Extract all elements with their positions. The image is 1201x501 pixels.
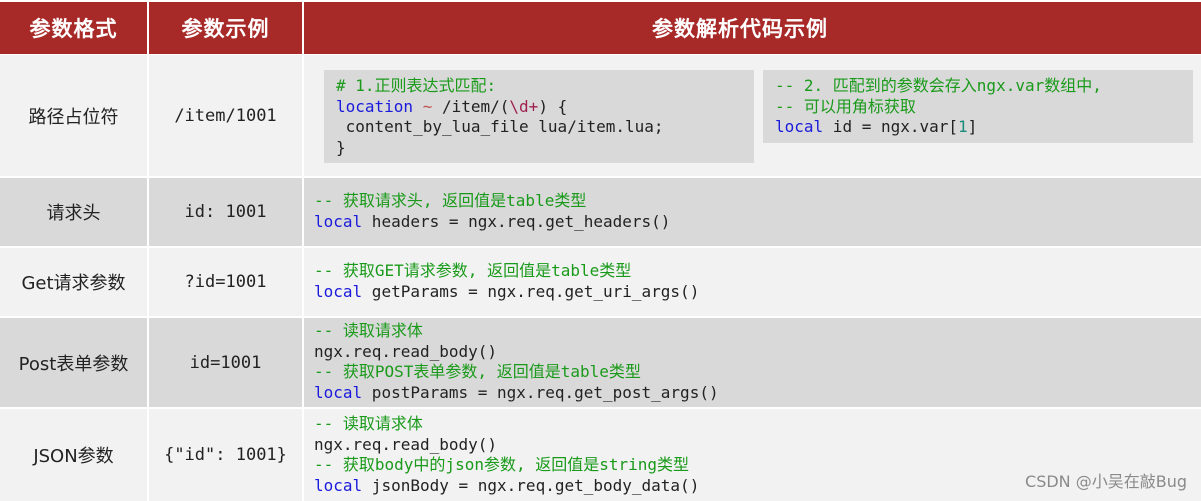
header-code-example: 参数解析代码示例 xyxy=(304,2,1201,54)
param-example: id=1001 xyxy=(149,318,302,407)
code-regex: \d+ xyxy=(509,96,539,116)
code-keyword: local xyxy=(775,117,824,136)
param-format: Get请求参数 xyxy=(0,248,147,316)
code-cell: -- 获取请求头, 返回值是table类型 local headers = ng… xyxy=(304,178,1201,246)
code-comment: -- 获取POST表单参数, 返回值是table类型 xyxy=(314,362,641,381)
watermark: CSDN @小吴在敲Bug xyxy=(1025,472,1187,491)
code-comment: -- 读取请求体 xyxy=(314,414,423,433)
code-text: getParams = ngx.req.get_uri_args() xyxy=(362,281,700,301)
table-row: 请求头 id: 1001 -- 获取请求头, 返回值是table类型 local… xyxy=(0,178,1201,246)
code-comment: -- 获取GET请求参数, 返回值是table类型 xyxy=(314,261,632,280)
param-format: Post表单参数 xyxy=(0,318,147,407)
code-line: } xyxy=(336,137,346,157)
param-example: ?id=1001 xyxy=(149,248,302,316)
code-comment: -- 获取body中的json参数, 返回值是string类型 xyxy=(314,455,690,474)
param-format: JSON参数 xyxy=(0,409,147,501)
code-keyword: local xyxy=(314,475,363,495)
code-number: 1 xyxy=(958,117,968,136)
param-example: {"id": 1001} xyxy=(149,409,302,501)
code-keyword: location xyxy=(336,96,414,116)
table-row: Get请求参数 ?id=1001 -- 获取GET请求参数, 返回值是table… xyxy=(0,248,1201,316)
code-comment: # 1.正则表达式匹配: xyxy=(336,76,497,95)
code-block-ngx-var: -- 2. 匹配到的参数会存入ngx.var数组中, -- 可以用角标获取 lo… xyxy=(763,70,1193,143)
code-text: postParams = ngx.req.get_post_args() xyxy=(362,382,719,402)
code-block: -- 获取GET请求参数, 返回值是table类型 local getParam… xyxy=(314,261,699,302)
code-keyword: local xyxy=(314,382,363,402)
table-row: 路径占位符 /item/1001 # 1.正则表达式匹配: location ~… xyxy=(0,55,1201,176)
code-text: /item/( xyxy=(441,96,510,116)
code-block: -- 读取请求体 ngx.req.read_body() -- 获取POST表单… xyxy=(314,321,719,403)
code-keyword: local xyxy=(314,281,363,301)
param-example: /item/1001 xyxy=(149,55,302,176)
code-line: ngx.req.read_body() xyxy=(314,341,498,361)
code-comment: -- 可以用角标获取 xyxy=(775,96,916,116)
table-row: JSON参数 {"id": 1001} -- 读取请求体 ngx.req.rea… xyxy=(0,409,1201,501)
table-row: Post表单参数 id=1001 -- 读取请求体 ngx.req.read_b… xyxy=(0,318,1201,407)
code-text: id = ngx.var[ xyxy=(823,117,959,136)
code-comment: -- 2. 匹配到的参数会存入ngx.var数组中, xyxy=(775,76,1102,95)
code-text: jsonBody = ngx.req.get_body_data() xyxy=(362,475,700,495)
param-format: 路径占位符 xyxy=(0,55,147,176)
code-cell: -- 获取GET请求参数, 返回值是table类型 local getParam… xyxy=(304,248,1201,316)
param-format: 请求头 xyxy=(0,178,147,246)
table-header: 参数格式 参数示例 参数解析代码示例 xyxy=(0,2,1201,54)
code-cell: # 1.正则表达式匹配: location ~ /item/(\d+) { co… xyxy=(304,55,1201,176)
code-line: ngx.req.read_body() xyxy=(314,434,498,454)
code-block: -- 获取请求头, 返回值是table类型 local headers = ng… xyxy=(314,191,670,232)
code-text: headers = ngx.req.get_headers() xyxy=(362,211,671,231)
code-operator: ~ xyxy=(413,96,442,116)
code-comment: -- 获取请求头, 返回值是table类型 xyxy=(314,191,587,210)
code-line: content_by_lua_file lua/item.lua; xyxy=(336,117,664,136)
header-param-example: 参数示例 xyxy=(149,2,302,54)
code-block: -- 读取请求体 ngx.req.read_body() -- 获取body中的… xyxy=(314,414,699,496)
code-text: ] xyxy=(967,117,978,136)
code-cell: -- 读取请求体 ngx.req.read_body() -- 获取POST表单… xyxy=(304,318,1201,407)
code-comment: -- 读取请求体 xyxy=(314,321,423,340)
param-parsing-table: 参数格式 参数示例 参数解析代码示例 路径占位符 /item/1001 # 1.… xyxy=(0,0,1201,501)
code-keyword: local xyxy=(314,211,363,231)
header-param-format: 参数格式 xyxy=(0,2,147,54)
param-example: id: 1001 xyxy=(149,178,302,246)
code-text: ) { xyxy=(538,96,568,116)
code-block-regex: # 1.正则表达式匹配: location ~ /item/(\d+) { co… xyxy=(324,70,754,163)
